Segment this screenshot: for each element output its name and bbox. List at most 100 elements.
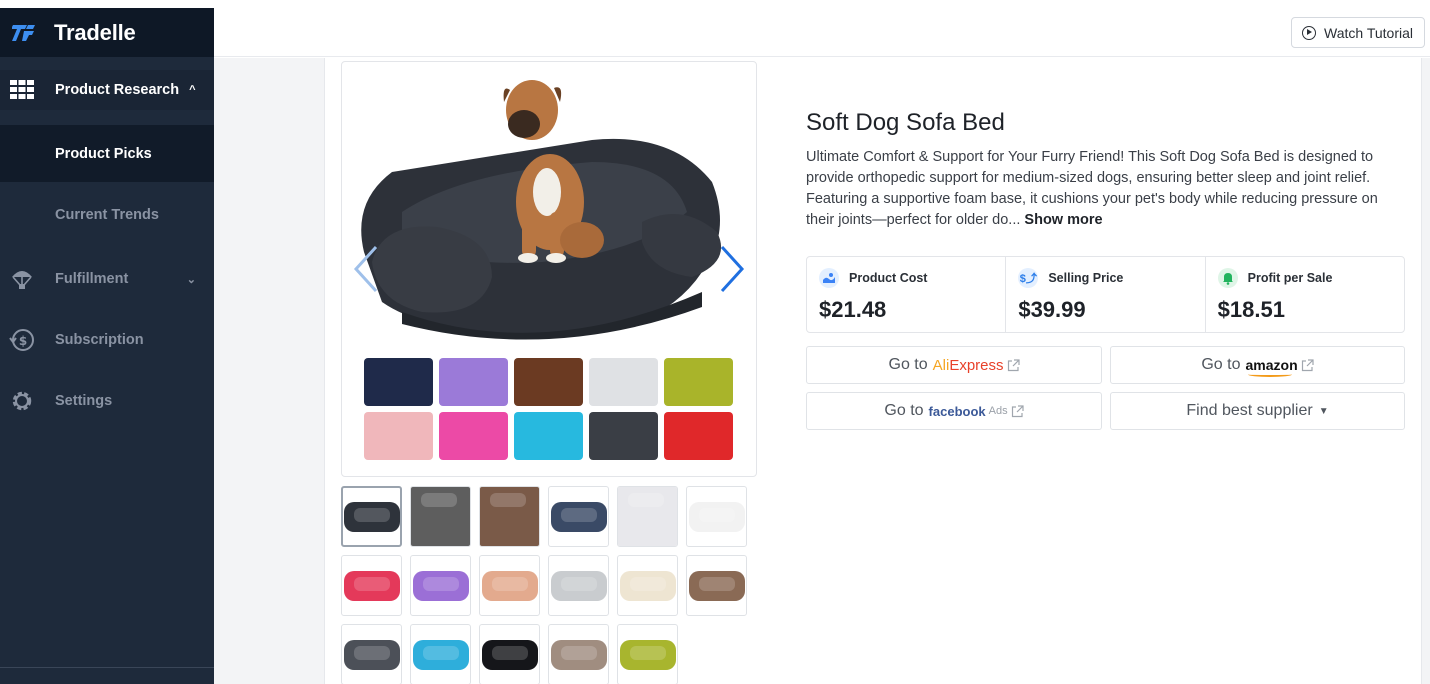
color-swatch — [664, 358, 733, 406]
color-swatch — [664, 412, 733, 460]
stat-value: $21.48 — [819, 297, 887, 322]
color-swatch — [439, 412, 508, 460]
selling-price-icon: $⤴ — [1018, 268, 1039, 288]
sidebar-divider — [0, 667, 214, 668]
chevron-down-icon: ⌄ — [186, 273, 196, 286]
thumbnail-bed-image — [343, 639, 400, 670]
dollar-cycle-icon: $ — [9, 327, 35, 353]
go-to-amazon-button[interactable]: Go to amazon — [1110, 346, 1405, 384]
previous-image-arrow[interactable] — [352, 245, 382, 293]
external-link-icon — [1007, 358, 1020, 371]
sidebar-item-product-picks[interactable]: Product Picks — [0, 125, 214, 182]
go-to-aliexpress-button[interactable]: Go to AliExpress — [806, 346, 1102, 384]
product-thumbnail[interactable] — [617, 555, 678, 616]
product-thumbnail[interactable] — [341, 486, 402, 547]
top-bar: Watch Tutorial — [214, 8, 1430, 57]
thumbnail-bed-image — [619, 639, 676, 670]
amazon-logo: amazon — [1245, 357, 1298, 377]
product-thumbnail[interactable] — [686, 486, 747, 547]
product-cost-icon — [819, 268, 839, 288]
product-thumbnail[interactable] — [410, 624, 471, 684]
color-swatch — [364, 358, 433, 406]
stat-product-cost: Product Cost $21.48 — [807, 257, 1005, 332]
thumbnail-bed-image — [688, 570, 745, 601]
go-to-label: Go to — [884, 402, 924, 419]
sidebar-item-label: Settings — [55, 393, 113, 409]
product-thumbnail[interactable] — [479, 555, 540, 616]
product-description: Ultimate Comfort & Support for Your Furr… — [806, 147, 1406, 231]
product-thumbnail[interactable] — [617, 624, 678, 684]
thumbnail-bed-image — [688, 501, 745, 532]
go-to-label: Go to — [1201, 356, 1241, 373]
product-thumbnail[interactable] — [479, 624, 540, 684]
product-thumbnail[interactable] — [548, 624, 609, 684]
go-to-facebook-ads-button[interactable]: Go to facebook Ads — [806, 392, 1102, 430]
gear-icon — [9, 388, 35, 414]
thumbnail-bed-image — [481, 570, 538, 601]
thumbnail-bed-image — [550, 570, 607, 601]
product-thumbnail[interactable] — [686, 555, 747, 616]
stat-value: $39.99 — [1018, 297, 1086, 322]
watch-tutorial-button[interactable]: Watch Tutorial — [1291, 17, 1425, 48]
caret-down-icon: ▼ — [1318, 405, 1329, 417]
facebook-ads-label: Ads — [988, 405, 1008, 417]
facebook-logo: facebook — [928, 403, 986, 419]
product-thumbnail[interactable] — [479, 486, 540, 547]
stat-label: Product Cost — [849, 271, 928, 285]
thumbnail-bed-image — [480, 487, 539, 546]
tradelle-logo-icon — [12, 24, 35, 41]
color-swatch — [514, 358, 583, 406]
product-thumbnail[interactable] — [341, 624, 402, 684]
watch-tutorial-label: Watch Tutorial — [1324, 24, 1413, 41]
next-image-arrow[interactable] — [716, 245, 746, 293]
sidebar-item-label: Product Picks — [55, 145, 152, 162]
brand-name: Tradelle — [54, 19, 136, 45]
app-window: Tradelle Product Research ^ Product Pick… — [0, 0, 1430, 684]
show-more-link[interactable]: Show more — [1024, 212, 1102, 228]
sidebar-item-subscription[interactable]: $ Subscription — [0, 324, 214, 356]
find-best-supplier-dropdown[interactable]: Find best supplier ▼ — [1110, 392, 1405, 430]
chevron-up-icon: ^ — [189, 84, 196, 96]
sidebar-item-current-trends[interactable]: Current Trends — [0, 186, 214, 243]
parachute-icon — [9, 266, 35, 292]
sidebar-item-label: Product Research — [55, 82, 180, 98]
thumbnail-bed-image — [411, 487, 470, 546]
thumbnail-bed-image — [618, 487, 677, 546]
product-thumbnail[interactable] — [341, 555, 402, 616]
color-swatch — [439, 358, 508, 406]
product-title: Soft Dog Sofa Bed — [806, 109, 1005, 136]
product-thumbnail[interactable] — [548, 486, 609, 547]
product-thumbnail[interactable] — [410, 486, 471, 547]
svg-text:$: $ — [19, 334, 27, 348]
grid-icon — [9, 77, 35, 103]
profit-bell-icon — [1217, 268, 1238, 288]
product-thumbnails — [341, 486, 747, 684]
thumbnail-bed-image — [481, 639, 538, 670]
sidebar-item-label: Subscription — [55, 332, 144, 348]
product-thumbnail[interactable] — [410, 555, 471, 616]
sidebar-item-settings[interactable]: Settings — [0, 385, 214, 417]
pricing-stats: Product Cost $21.48 $⤴ Selling Price $39… — [806, 256, 1405, 333]
sidebar: Tradelle Product Research ^ Product Pick… — [0, 8, 214, 684]
external-link-icon — [1011, 404, 1024, 417]
brand[interactable]: Tradelle — [0, 8, 214, 57]
thumbnail-bed-image — [412, 570, 469, 601]
stat-value: $18.51 — [1217, 297, 1285, 322]
thumbnail-bed-image — [343, 501, 400, 532]
color-swatch — [364, 412, 433, 460]
stat-selling-price: $⤴ Selling Price $39.99 — [1005, 257, 1204, 332]
thumbnail-bed-image — [343, 570, 400, 601]
sidebar-item-product-research[interactable]: Product Research ^ — [0, 70, 214, 110]
find-supplier-label: Find best supplier — [1186, 402, 1313, 419]
sidebar-item-fulfillment[interactable]: Fulfillment ⌄ — [0, 264, 214, 294]
aliexpress-logo: AliExpress — [932, 356, 1004, 374]
thumbnail-bed-image — [550, 501, 607, 532]
sidebar-item-label: Fulfillment — [55, 271, 129, 287]
dog-bed-image — [361, 80, 722, 340]
product-thumbnail[interactable] — [617, 486, 678, 547]
color-swatch — [589, 358, 658, 406]
product-thumbnail[interactable] — [548, 555, 609, 616]
play-circle-icon — [1302, 25, 1317, 40]
color-swatch — [589, 412, 658, 460]
sidebar-item-label: Current Trends — [55, 206, 159, 223]
